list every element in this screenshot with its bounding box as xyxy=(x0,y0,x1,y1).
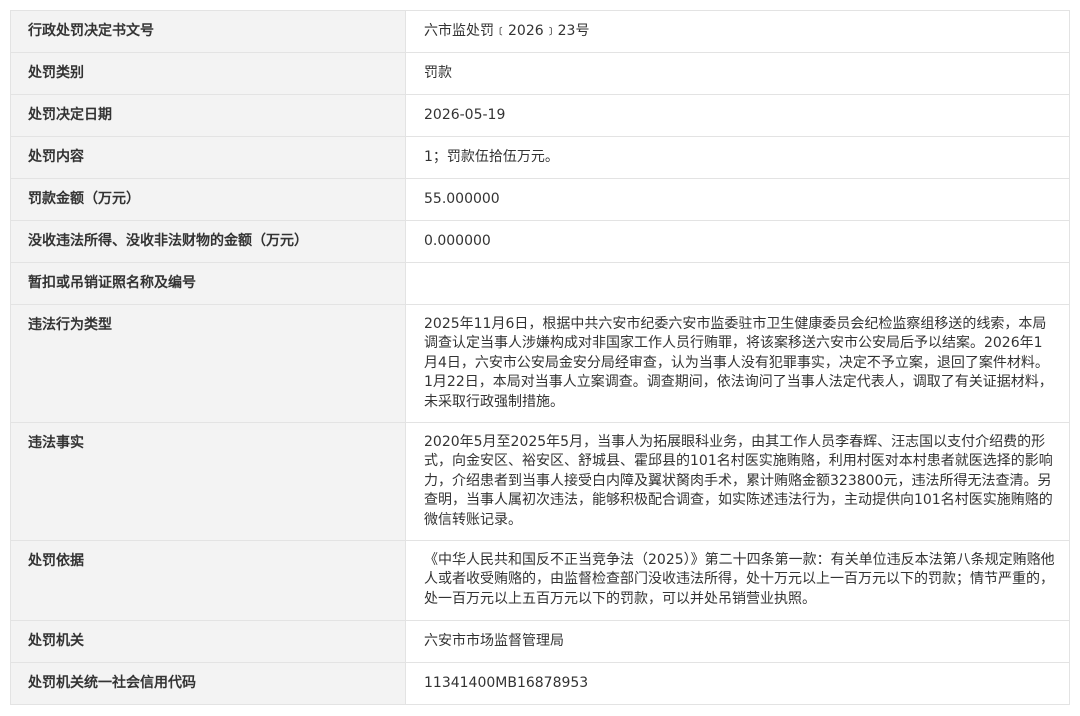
table-row: 违法行为类型 2025年11月6日，根据中共六安市纪委六安市监委驻市卫生健康委员… xyxy=(10,303,1070,424)
row-label: 违法行为类型 xyxy=(10,303,406,424)
row-value: 六市监处罚﹝2026﹞23号 xyxy=(405,10,1070,53)
row-value: 55.000000 xyxy=(405,178,1070,221)
table-row: 罚款金额（万元） 55.000000 xyxy=(10,178,1070,221)
table-row: 没收违法所得、没收非法财物的金额（万元） 0.000000 xyxy=(10,220,1070,263)
row-label: 没收违法所得、没收非法财物的金额（万元） xyxy=(10,220,406,263)
row-label: 处罚机关 xyxy=(10,620,406,664)
row-label: 暂扣或吊销证照名称及编号 xyxy=(10,262,406,305)
table-row: 违法事实 2020年5月至2025年5月，当事人为拓展眼科业务，由其工作人员李春… xyxy=(10,422,1070,542)
table-row: 处罚类别 罚款 xyxy=(10,52,1070,95)
row-label: 罚款金额（万元） xyxy=(10,178,406,221)
table-row: 处罚决定日期 2026-05-19 xyxy=(10,94,1070,137)
row-label: 处罚依据 xyxy=(10,540,406,622)
row-value: 《中华人民共和国反不正当竞争法（2025）》第二十四条第一款：有关单位违反本法第… xyxy=(405,540,1070,622)
row-value: 11341400MB16878953 xyxy=(405,662,1070,706)
table-row: 处罚依据 《中华人民共和国反不正当竞争法（2025）》第二十四条第一款：有关单位… xyxy=(10,540,1070,622)
row-label: 行政处罚决定书文号 xyxy=(10,10,406,53)
row-value xyxy=(405,262,1070,305)
row-value: 2025年11月6日，根据中共六安市纪委六安市监委驻市卫生健康委员会纪检监察组移… xyxy=(405,303,1070,424)
row-value: 1；罚款伍拾伍万元。 xyxy=(405,136,1070,179)
table-row: 处罚内容 1；罚款伍拾伍万元。 xyxy=(10,136,1070,179)
row-value: 2026-05-19 xyxy=(405,94,1070,137)
table-row: 行政处罚决定书文号 六市监处罚﹝2026﹞23号 xyxy=(10,10,1070,53)
table-row: 处罚机关统一社会信用代码 11341400MB16878953 xyxy=(10,662,1070,706)
row-label: 处罚决定日期 xyxy=(10,94,406,137)
row-value: 2020年5月至2025年5月，当事人为拓展眼科业务，由其工作人员李春辉、汪志国… xyxy=(405,422,1070,542)
row-label: 处罚机关统一社会信用代码 xyxy=(10,662,406,706)
row-label: 违法事实 xyxy=(10,422,406,542)
row-value: 罚款 xyxy=(405,52,1070,95)
row-label: 处罚类别 xyxy=(10,52,406,95)
row-value: 六安市市场监督管理局 xyxy=(405,620,1070,664)
penalty-info-table: 行政处罚决定书文号 六市监处罚﹝2026﹞23号 处罚类别 罚款 处罚决定日期 … xyxy=(10,10,1070,706)
table-row: 暂扣或吊销证照名称及编号 xyxy=(10,262,1070,305)
table-row: 处罚机关 六安市市场监督管理局 xyxy=(10,620,1070,664)
row-value: 0.000000 xyxy=(405,220,1070,263)
row-label: 处罚内容 xyxy=(10,136,406,179)
